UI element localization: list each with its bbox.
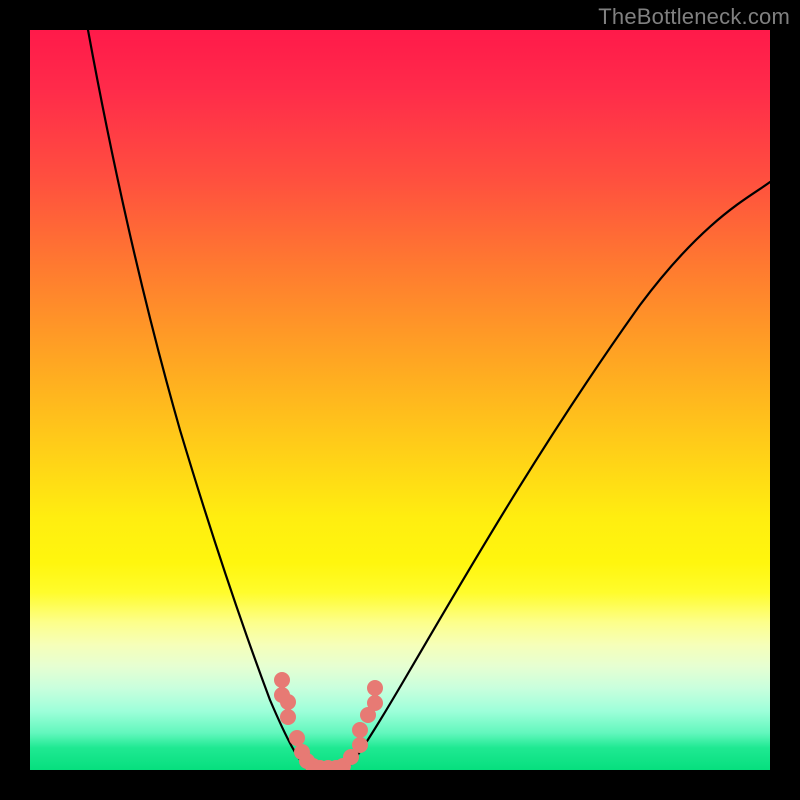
left-curve (88, 30, 308, 769)
marker (289, 730, 305, 746)
watermark-text: TheBottleneck.com (598, 4, 790, 30)
marker (367, 680, 383, 711)
chart-container: TheBottleneck.com (0, 0, 800, 800)
chart-svg (30, 30, 770, 770)
plot-area (30, 30, 770, 770)
marker-group (274, 672, 383, 770)
marker (352, 722, 368, 753)
right-curve (346, 182, 770, 769)
marker (280, 694, 296, 725)
